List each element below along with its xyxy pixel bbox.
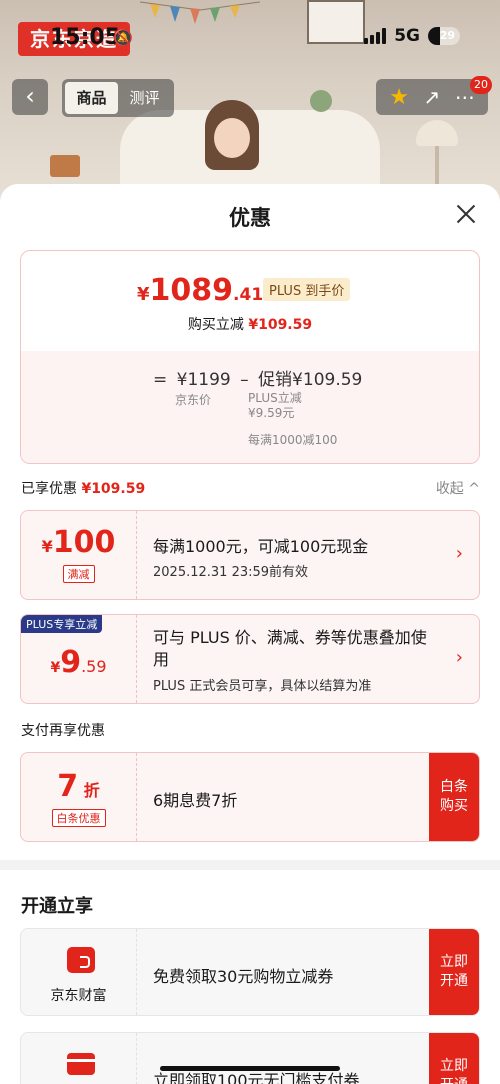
child-face (214, 118, 250, 158)
coupon-amount: ¥100 (21, 525, 136, 560)
baitiao-number: 7 (57, 769, 79, 804)
share-icon[interactable]: ↗ (423, 85, 440, 109)
baitiao-unit: 折 (83, 781, 100, 800)
plant (310, 90, 332, 112)
product-tabs: 商品 测评 (62, 79, 174, 117)
radio (50, 155, 80, 177)
enjoyed-label: 已享优惠 (21, 481, 77, 497)
coupon-amount-value: 100 (52, 525, 116, 560)
coupon-condition: PLUS 正式会员可享，具体以结算为准 (153, 679, 372, 694)
coupon-currency: ¥ (50, 660, 61, 676)
home-indicator[interactable] (160, 1066, 340, 1071)
card-icon (67, 1053, 95, 1075)
instant-discount: 购买立减 ¥109.59 (21, 314, 479, 334)
plus-discount-detail: PLUS立减 ¥9.59元 (248, 391, 302, 421)
message-badge: 20 (470, 76, 492, 94)
full-reduction-detail: 每满1000减100 (248, 433, 338, 447)
back-button[interactable]: ‹ (12, 79, 48, 115)
jd-price-label: 京东价 (175, 393, 212, 407)
baitiao-offer: 7 折 白条优惠 6期息费7折 白条购买 (20, 752, 480, 842)
plus-exclusive-badge: PLUS专享立减 (21, 615, 103, 633)
open-item-left (21, 1033, 137, 1084)
coupon-validity: 2025.12.31 23:59前有效 (153, 565, 309, 580)
offers-sheet: 优惠 ¥1089.41 PLUS 到手价 购买立减 ¥109.59 = ¥119… (0, 184, 500, 1084)
status-right: 5G 29 (364, 26, 460, 46)
coupon-currency: ¥ (41, 537, 53, 556)
open-item-desc: 免费领取30元购物立减券 (153, 967, 334, 986)
instant-value: ¥109.59 (248, 317, 313, 333)
signal-icon (364, 28, 387, 44)
lamp (416, 120, 458, 146)
coupon-full-reduction[interactable]: ¥100 满减 每满1000元，可减100元现金 2025.12.31 23:5… (20, 510, 480, 600)
coupon-amount: ¥9.59 (21, 645, 136, 680)
final-price: ¥1089.41 (137, 273, 263, 308)
coupon-left: PLUS专享立减 ¥9.59 (21, 615, 137, 703)
favorite-star-icon[interactable]: ★ (389, 85, 409, 110)
price-card: ¥1089.41 PLUS 到手价 购买立减 ¥109.59 = ¥1199 –… (20, 250, 480, 464)
coupon-plus[interactable]: PLUS专享立减 ¥9.59 可与 PLUS 价、满减、券等优惠叠加使用 PLU… (20, 614, 480, 704)
coupon-left: ¥100 满减 (21, 511, 137, 599)
plus-sub-2: ¥9.59元 (248, 406, 295, 420)
coupon-left: 7 折 白条优惠 (21, 753, 137, 841)
sheet-title: 优惠 (229, 206, 271, 230)
baitiao-tag: 白条优惠 (51, 809, 106, 827)
price-decimal: .41 (233, 285, 264, 305)
open-section-title: 开通立享 (21, 896, 93, 917)
close-icon[interactable] (454, 202, 478, 226)
coupon-tag: 满减 (62, 565, 95, 583)
bunting-decoration (140, 1, 260, 24)
collapse-button[interactable]: 收起 ^ (436, 478, 480, 498)
formula-promo: 促销¥109.59 (258, 370, 363, 390)
formula-minus: – (240, 370, 249, 390)
open-item-pay-voucher: 立即领取100元无门槛支付券 立即开通 (20, 1032, 480, 1084)
coupon-amount-decimal: .59 (81, 657, 107, 676)
price-breakdown: = ¥1199 – 促销¥109.59 京东价 PLUS立减 ¥9.59元 每满… (21, 351, 479, 463)
plus-sub-1: PLUS立减 (248, 391, 302, 405)
status-time: 15:05 (50, 25, 121, 50)
wall-frame (307, 0, 365, 44)
chevron-right-icon: › (455, 543, 463, 564)
open-item-left: 京东财富 (21, 929, 137, 1015)
coupon-desc: 每满1000元，可减100元现金 (153, 537, 369, 556)
open-now-button[interactable]: 立即开通 (429, 929, 479, 1015)
instant-label: 购买立减 (187, 317, 244, 333)
baitiao-buy-button[interactable]: 白条购买 (429, 753, 479, 841)
coupon-amount-value: 9 (60, 645, 82, 680)
open-item-name: 京东财富 (50, 988, 107, 1004)
price-integer: 1089 (149, 273, 234, 308)
open-now-button[interactable]: 立即开通 (429, 1033, 479, 1084)
network-label: 5G (394, 26, 420, 46)
plus-price-tag: PLUS 到手价 (263, 278, 351, 301)
open-item-jd-finance: 京东财富 免费领取30元购物立减券 立即开通 (20, 928, 480, 1016)
enjoyed-value: ¥109.59 (81, 481, 146, 497)
silent-bell-icon: 🔕 (113, 28, 133, 47)
enjoyed-discount: 已享优惠 ¥109.59 (21, 478, 145, 498)
baitiao-amount: 7 折 (21, 769, 136, 804)
chevron-right-icon: › (455, 647, 463, 668)
lamp-stem (435, 146, 439, 186)
tab-review[interactable]: 测评 (118, 82, 171, 114)
price-formula: = ¥1199 – 促销¥109.59 (153, 365, 366, 390)
formula-jd-price: ¥1199 (176, 370, 231, 390)
tab-product[interactable]: 商品 (65, 82, 118, 114)
section-divider (0, 860, 500, 870)
price-currency: ¥ (137, 284, 150, 305)
wallet-icon (67, 947, 95, 973)
battery-icon: 29 (428, 27, 460, 45)
baitiao-desc: 6期息费7折 (153, 791, 238, 810)
payment-offers-title: 支付再享优惠 (21, 723, 105, 739)
battery-level: 29 (439, 29, 455, 42)
formula-equals: = (153, 370, 168, 390)
coupon-desc: 可与 PLUS 价、满减、券等优惠叠加使用 (153, 628, 427, 669)
